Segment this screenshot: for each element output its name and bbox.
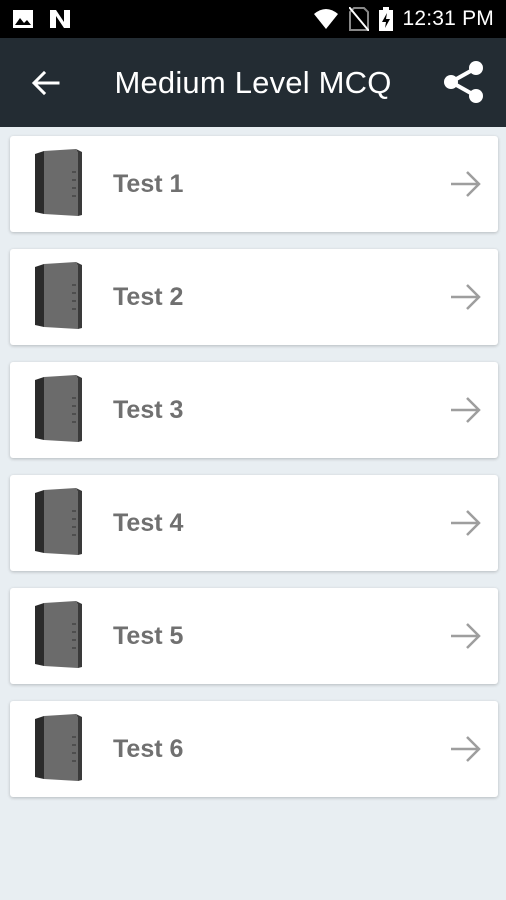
test-label: Test 5 <box>113 621 184 650</box>
test-label: Test 4 <box>113 508 184 537</box>
status-bar: 12:31 PM <box>0 0 506 38</box>
arrow-left-icon[interactable] <box>30 67 62 99</box>
arrow-right-icon <box>451 736 481 762</box>
test-card-5[interactable]: Test 5 <box>10 588 498 684</box>
test-label: Test 3 <box>113 395 184 424</box>
page-title: Medium Level MCQ <box>114 64 392 100</box>
book-icon <box>35 149 82 216</box>
arrow-right-icon <box>451 171 481 197</box>
test-label: Test 6 <box>113 734 184 763</box>
test-card-1[interactable]: Test 1 <box>10 136 498 232</box>
image-icon <box>13 10 33 28</box>
status-left <box>12 8 72 30</box>
battery-charging-icon <box>378 7 393 31</box>
book-icon <box>35 488 82 555</box>
arrow-right-icon <box>451 397 481 423</box>
test-card-2[interactable]: Test 2 <box>10 249 498 345</box>
no-sim-icon <box>348 7 369 31</box>
book-icon <box>35 714 82 781</box>
test-label: Test 2 <box>113 282 184 311</box>
book-icon <box>35 375 82 442</box>
wifi-icon <box>313 9 338 29</box>
status-time: 12:31 PM <box>402 7 494 30</box>
arrow-right-icon <box>451 623 481 649</box>
n-notification-icon <box>50 10 70 28</box>
test-card-6[interactable]: Test 6 <box>10 701 498 797</box>
book-icon <box>35 601 82 668</box>
arrow-right-icon <box>451 510 481 536</box>
arrow-right-icon <box>451 284 481 310</box>
app-bar: Medium Level MCQ <box>0 38 506 127</box>
test-label: Test 1 <box>113 169 184 198</box>
book-icon <box>35 262 82 329</box>
share-icon[interactable] <box>441 59 487 105</box>
test-card-4[interactable]: Test 4 <box>10 475 498 571</box>
status-right: 12:31 PM <box>313 7 495 31</box>
test-list: Test 1 Test 2 Test 3 Test 4 Test 5 Test … <box>10 136 498 814</box>
test-card-3[interactable]: Test 3 <box>10 362 498 458</box>
